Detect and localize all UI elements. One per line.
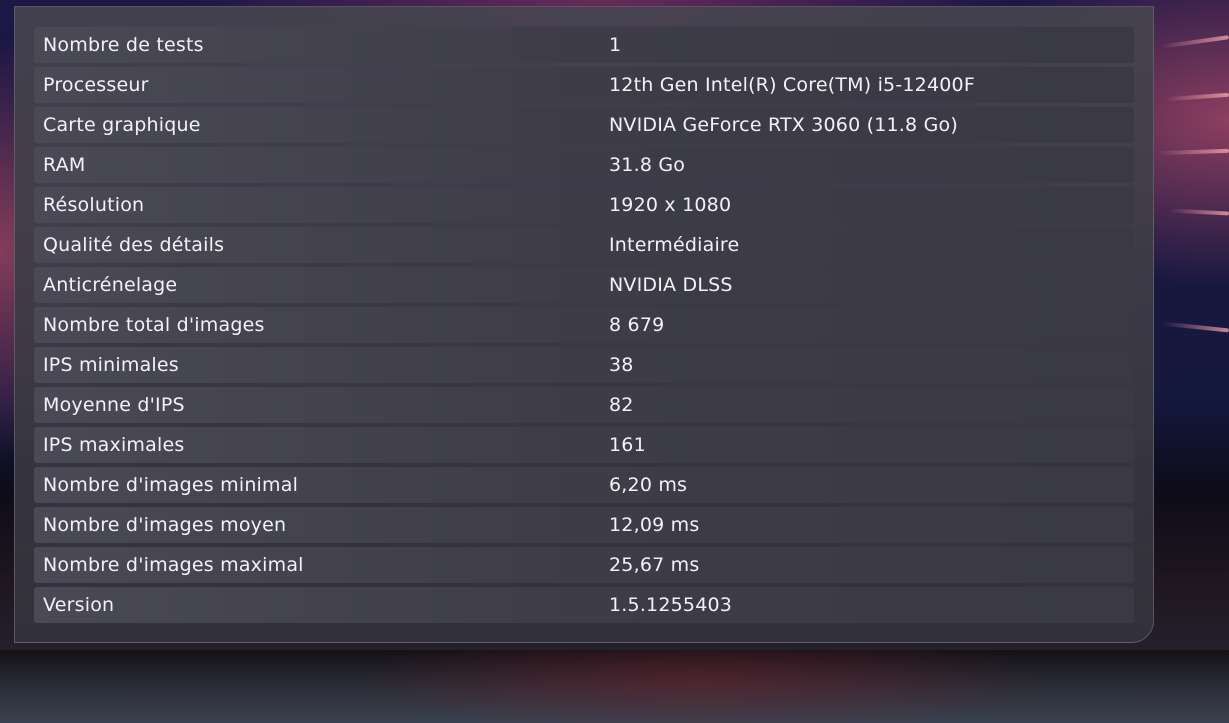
row-value: 1.5.1255403 <box>609 594 733 616</box>
table-row: Nombre total d'images 8 679 <box>34 307 1134 343</box>
table-row: Anticrénelage NVIDIA DLSS <box>34 267 1134 303</box>
light-streak <box>1169 208 1229 216</box>
row-label: Version <box>43 594 115 616</box>
row-value: 12th Gen Intel(R) Core(TM) i5-12400F <box>609 74 975 96</box>
row-value: 38 <box>609 354 634 376</box>
table-row: Nombre d'images moyen 12,09 ms <box>34 507 1134 543</box>
table-row: Moyenne d'IPS 82 <box>34 387 1134 423</box>
table-row: Nombre d'images maximal 25,67 ms <box>34 547 1134 583</box>
row-label: Nombre total d'images <box>43 314 265 336</box>
light-streak <box>1157 148 1229 156</box>
table-row: Résolution 1920 x 1080 <box>34 187 1134 223</box>
row-value: 31.8 Go <box>609 154 686 176</box>
row-label: IPS minimales <box>43 354 179 376</box>
table-row: IPS maximales 161 <box>34 427 1134 463</box>
table-row: RAM 31.8 Go <box>34 147 1134 183</box>
floor-reflection <box>0 650 1229 723</box>
table-row: IPS minimales 38 <box>34 347 1134 383</box>
row-value: 8 679 <box>609 314 665 336</box>
row-value: 1920 x 1080 <box>609 194 732 216</box>
row-label: RAM <box>43 154 86 176</box>
row-label: Carte graphique <box>43 114 201 136</box>
row-label: Processeur <box>43 74 149 96</box>
row-label: IPS maximales <box>43 434 185 456</box>
row-value: Intermédiaire <box>609 234 740 256</box>
row-label: Nombre d'images maximal <box>43 554 304 576</box>
row-label: Résolution <box>43 194 145 216</box>
table-row: Carte graphique NVIDIA GeForce RTX 3060 … <box>34 107 1134 143</box>
row-label: Moyenne d'IPS <box>43 394 185 416</box>
row-label: Anticrénelage <box>43 274 178 296</box>
light-streak <box>1161 321 1229 333</box>
row-value: 25,67 ms <box>609 554 700 576</box>
row-label: Nombre d'images moyen <box>43 514 287 536</box>
row-value: NVIDIA GeForce RTX 3060 (11.8 Go) <box>609 114 958 136</box>
row-value: 1 <box>609 34 622 56</box>
row-value: 12,09 ms <box>609 514 700 536</box>
row-value: 161 <box>609 434 646 456</box>
table-row: Version 1.5.1255403 <box>34 587 1134 623</box>
light-streak <box>1164 92 1229 102</box>
row-label: Qualité des détails <box>43 234 225 256</box>
table-row: Processeur 12th Gen Intel(R) Core(TM) i5… <box>34 67 1134 103</box>
table-row: Qualité des détails Intermédiaire <box>34 227 1134 263</box>
row-label: Nombre de tests <box>43 34 204 56</box>
light-streak <box>1160 35 1229 49</box>
row-value: NVIDIA DLSS <box>609 274 733 296</box>
row-label: Nombre d'images minimal <box>43 474 299 496</box>
table-row: Nombre de tests 1 <box>34 27 1134 63</box>
benchmark-results-panel: Nombre de tests 1 Processeur 12th Gen In… <box>14 6 1154 643</box>
table-row: Nombre d'images minimal 6,20 ms <box>34 467 1134 503</box>
row-value: 82 <box>609 394 634 416</box>
row-value: 6,20 ms <box>609 474 688 496</box>
